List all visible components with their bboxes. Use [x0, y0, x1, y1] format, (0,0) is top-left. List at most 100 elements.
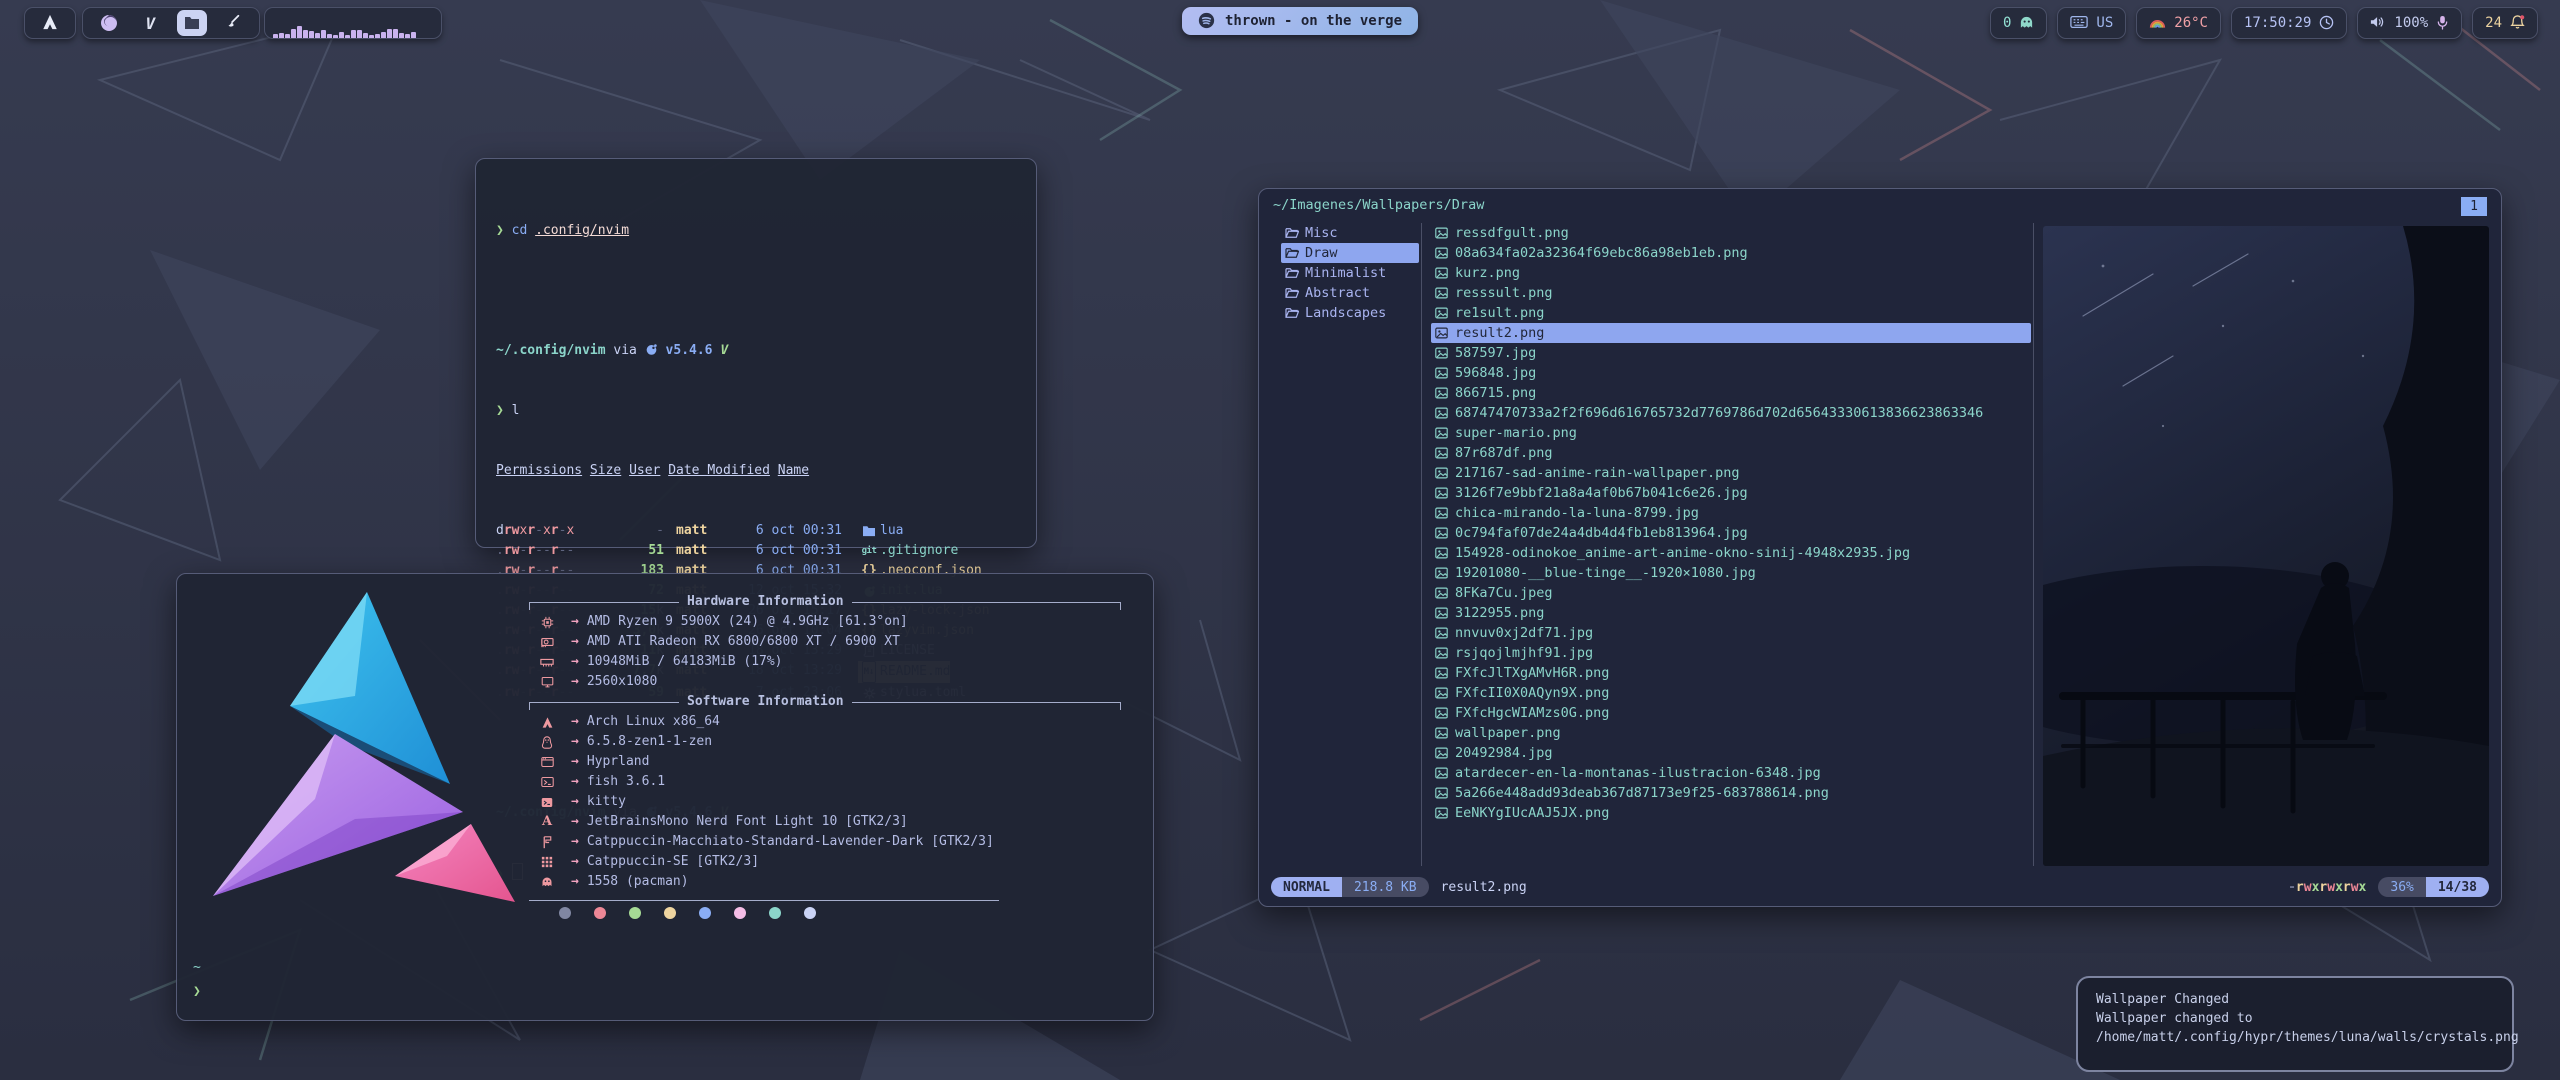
ls-file-row: .rw-r--r--51matt6 oct 00:31git.gitignore — [496, 541, 1016, 561]
desktop: V thrown - on the verge 0 US — [0, 0, 2560, 1080]
folder-icon — [1285, 247, 1299, 259]
image-icon — [1435, 267, 1448, 279]
file-row[interactable]: wallpaper.png — [1431, 723, 2031, 743]
file-row[interactable]: 217167-sad-anime-rain-wallpaper.png — [1431, 463, 2031, 483]
file-row[interactable]: chica-mirando-la-luna-8799.jpg — [1431, 503, 2031, 523]
dock: V — [82, 7, 260, 39]
weather-pill[interactable]: 26°C — [2136, 7, 2221, 39]
file-row[interactable]: re1sult.png — [1431, 303, 2031, 323]
fetch-info-row: →fish 3.6.1 — [529, 772, 1121, 792]
file-row[interactable]: 68747470733a2f2f696d616765732d7769786d70… — [1431, 403, 2031, 423]
clock-pill[interactable]: 17:50:29 — [2231, 7, 2347, 39]
arrow-icon: → — [571, 812, 579, 832]
file-row[interactable]: 596848.jpg — [1431, 363, 2031, 383]
file-row[interactable]: nnvuv0xj2df71.jpg — [1431, 623, 2031, 643]
visualizer-bar — [303, 30, 308, 38]
volume-pill[interactable]: 100% — [2357, 7, 2462, 39]
arrow-icon: → — [571, 752, 579, 772]
terminal-cwd-line: ~/.config/nvim via v5.4.6 V — [496, 341, 1016, 361]
image-icon — [1435, 587, 1448, 599]
image-icon — [1435, 607, 1448, 619]
selected-file-name: result2.png — [1441, 880, 1527, 895]
image-icon — [1435, 387, 1448, 399]
image-icon — [1435, 647, 1448, 659]
speaker-icon — [2370, 15, 2386, 31]
file-row[interactable]: 8FKa7Cu.jpeg — [1431, 583, 2031, 603]
file-row[interactable]: 87r687df.png — [1431, 443, 2031, 463]
file-name[interactable]: .gitignore — [880, 541, 958, 561]
sidebar-item-draw[interactable]: Draw — [1281, 243, 1419, 263]
file-row[interactable]: FXfcII0X0AQyn9X.png — [1431, 683, 2031, 703]
arch-icon — [537, 716, 557, 729]
crystal-logo — [195, 584, 515, 914]
visualizer-bar — [375, 34, 380, 38]
visualizer-bar — [273, 34, 278, 38]
files-icon-active[interactable] — [177, 10, 207, 36]
updates-pill[interactable]: 0 — [1990, 7, 2047, 39]
file-row[interactable]: kurz.png — [1431, 263, 2031, 283]
image-preview — [2043, 226, 2489, 866]
file-row[interactable]: 08a634fa02a32364f69ebc86a98eb1eb.png — [1431, 243, 2031, 263]
ghost-icon — [537, 876, 557, 888]
media-pill[interactable]: thrown - on the verge — [1182, 7, 1418, 35]
file-row[interactable]: EeNKYgIUcAAJ5JX.png — [1431, 803, 2031, 823]
terminal-palette-dots — [559, 907, 816, 919]
sidebar-item-misc[interactable]: Misc — [1281, 223, 1419, 243]
file-row[interactable]: 866715.png — [1431, 383, 2031, 403]
firefox-icon[interactable] — [94, 10, 124, 36]
sidebar-item-landscapes[interactable]: Landscapes — [1281, 303, 1419, 323]
paint-brush-icon[interactable] — [218, 10, 248, 36]
fetch-info-row: A→JetBrainsMono Nerd Font Light 10 [GTK2… — [529, 812, 1121, 832]
file-row[interactable]: atardecer-en-la-montanas-ilustracion-634… — [1431, 763, 2031, 783]
file-row[interactable]: 3126f7e9bbf21a8a4af0b67b041c6e26.jpg — [1431, 483, 2031, 503]
tab-badge[interactable]: 1 — [2461, 197, 2487, 216]
arrow-icon: → — [571, 652, 579, 672]
file-row[interactable]: 0c794faf07de24a4db4d4fb1eb813964.jpg — [1431, 523, 2031, 543]
visualizer-bar — [381, 32, 386, 38]
file-row[interactable]: resssult.png — [1431, 283, 2031, 303]
fetch-info-row: →Arch Linux x86_64 — [529, 712, 1121, 732]
terminal-window[interactable]: ❯ cd .config/nvim ~/.config/nvim via v5.… — [475, 158, 1037, 548]
notification-toast[interactable]: Wallpaper Changed Wallpaper changed to /… — [2076, 976, 2514, 1072]
file-name[interactable]: lua — [880, 521, 903, 541]
visualizer-bar — [333, 35, 338, 38]
neovim-icon[interactable]: V — [135, 10, 165, 36]
visualizer-bar — [351, 30, 356, 38]
image-icon — [1435, 547, 1448, 559]
updates-count: 0 — [2003, 15, 2011, 31]
file-row[interactable]: FXfcHgcWIAMzs0G.png — [1431, 703, 2031, 723]
file-row[interactable]: 3122955.png — [1431, 603, 2031, 623]
notifications-pill[interactable]: 24 — [2472, 7, 2538, 39]
cpu-icon — [537, 616, 557, 629]
keyboard-layout-pill[interactable]: US — [2057, 7, 2126, 39]
launcher-button[interactable] — [24, 7, 76, 39]
file-row[interactable]: 20492984.jpg — [1431, 743, 2031, 763]
image-icon — [1435, 807, 1448, 819]
file-row[interactable]: 19201080-__blue-tinge__-1920×1080.jpg — [1431, 563, 2031, 583]
keyboard-icon — [2070, 15, 2088, 31]
fontA-icon: A — [537, 812, 557, 832]
file-row[interactable]: result2.png — [1431, 323, 2031, 343]
fetch-prompt-symbol[interactable]: ❯ — [193, 980, 201, 1004]
file-row[interactable]: ressdfgult.png — [1431, 223, 2031, 243]
fetch-window[interactable]: Hardware Information →AMD Ryzen 9 5900X … — [176, 573, 1154, 1021]
breadcrumb-path: ~/Imagenes/Wallpapers/Draw — [1273, 197, 1484, 213]
rainbow-icon — [2149, 15, 2166, 31]
lua-icon — [645, 343, 658, 358]
shell-icon — [537, 776, 557, 788]
sidebar-item-minimalist[interactable]: Minimalist — [1281, 263, 1419, 283]
fetch-prompt-tilde: ~ — [193, 956, 201, 980]
file-row[interactable]: super-mario.png — [1431, 423, 2031, 443]
file-row[interactable]: 5a266e448add93deab367d87173e9f25-6837886… — [1431, 783, 2031, 803]
file-row[interactable]: 154928-odinokoe_anime-art-anime-okno-sin… — [1431, 543, 2031, 563]
file-row[interactable]: rsjqojlmjhf91.jpg — [1431, 643, 2031, 663]
visualizer-bar — [387, 29, 392, 38]
image-icon — [1435, 627, 1448, 639]
file-row[interactable]: 587597.jpg — [1431, 343, 2031, 363]
fetch-info-row: →10948MiB / 64183MiB (17%) — [529, 652, 1121, 672]
sidebar-item-abstract[interactable]: Abstract — [1281, 283, 1419, 303]
image-icon — [1435, 767, 1448, 779]
parent-directory-list: MiscDrawMinimalistAbstractLandscapes — [1281, 223, 1419, 323]
file-row[interactable]: FXfcJlTXgAMvH6R.png — [1431, 663, 2031, 683]
file-manager-window[interactable]: ~/Imagenes/Wallpapers/Draw 1 MiscDrawMin… — [1258, 188, 2502, 907]
